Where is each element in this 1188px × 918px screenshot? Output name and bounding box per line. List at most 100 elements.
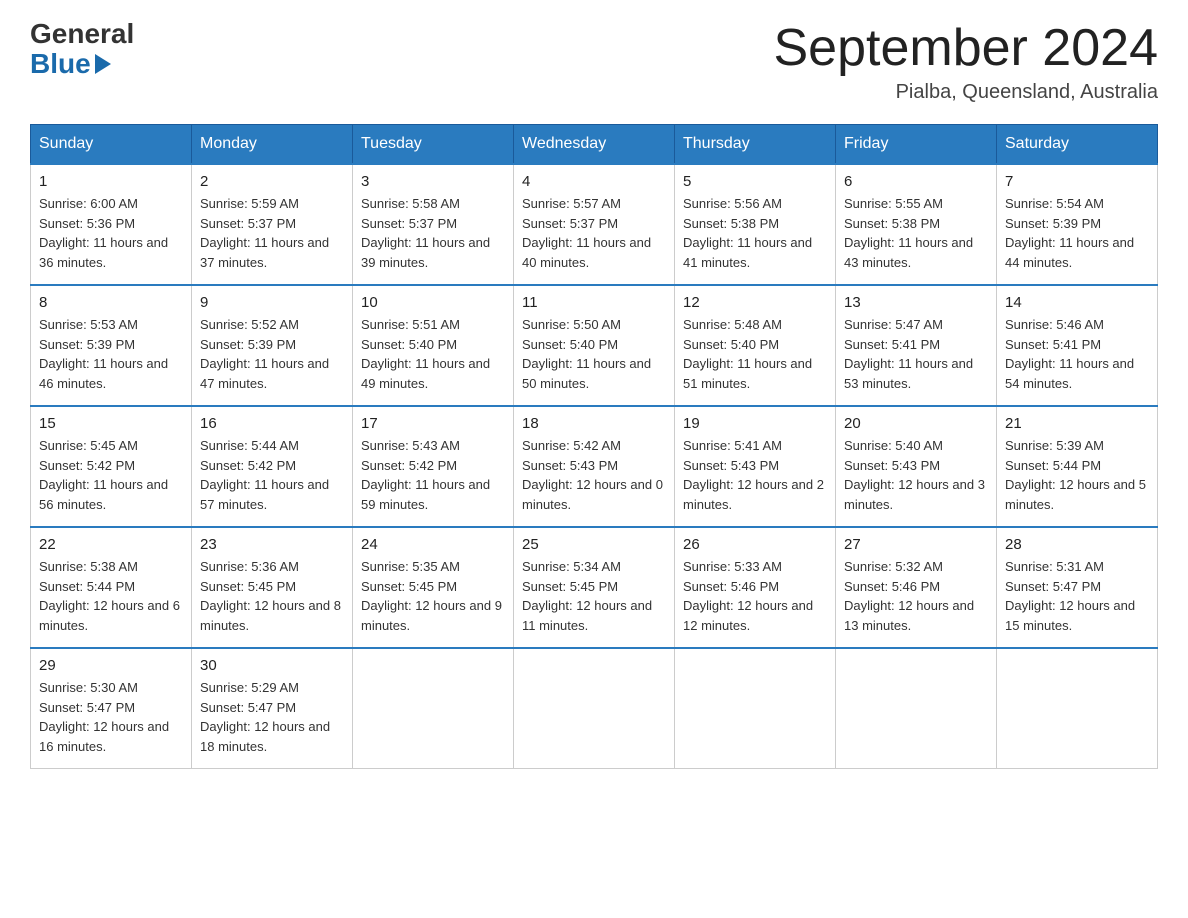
calendar-cell: 14 Sunrise: 5:46 AMSunset: 5:41 PMDayligh… bbox=[997, 285, 1158, 406]
day-info: Sunrise: 5:43 AMSunset: 5:42 PMDaylight:… bbox=[361, 436, 505, 514]
day-info: Sunrise: 5:52 AMSunset: 5:39 PMDaylight:… bbox=[200, 315, 344, 393]
day-number: 25 bbox=[522, 536, 666, 553]
calendar-week-row: 15 Sunrise: 5:45 AMSunset: 5:42 PMDayligh… bbox=[31, 406, 1158, 527]
calendar-cell: 29 Sunrise: 5:30 AMSunset: 5:47 PMDayligh… bbox=[31, 648, 192, 769]
day-number: 16 bbox=[200, 415, 344, 432]
calendar-cell: 4Sunrise: 5:57 AMSunset: 5:37 PMDaylight… bbox=[514, 164, 675, 285]
day-info: Sunrise: 5:59 AMSunset: 5:37 PMDaylight:… bbox=[200, 194, 344, 272]
day-number: 8 bbox=[39, 294, 183, 311]
calendar-cell bbox=[997, 648, 1158, 769]
calendar-cell: 6Sunrise: 5:55 AMSunset: 5:38 PMDaylight… bbox=[836, 164, 997, 285]
day-info: Sunrise: 5:50 AMSunset: 5:40 PMDaylight:… bbox=[522, 315, 666, 393]
day-info: Sunrise: 5:32 AMSunset: 5:46 PMDaylight:… bbox=[844, 557, 988, 635]
day-header-monday: Monday bbox=[192, 125, 353, 165]
calendar-week-row: 22 Sunrise: 5:38 AMSunset: 5:44 PMDayligh… bbox=[31, 527, 1158, 648]
calendar-cell bbox=[675, 648, 836, 769]
day-info: Sunrise: 5:56 AMSunset: 5:38 PMDaylight:… bbox=[683, 194, 827, 272]
day-number: 28 bbox=[1005, 536, 1149, 553]
day-number: 23 bbox=[200, 536, 344, 553]
calendar-cell: 26 Sunrise: 5:33 AMSunset: 5:46 PMDayligh… bbox=[675, 527, 836, 648]
calendar-cell bbox=[514, 648, 675, 769]
day-number: 9 bbox=[200, 294, 344, 311]
calendar-cell: 7Sunrise: 5:54 AMSunset: 5:39 PMDaylight… bbox=[997, 164, 1158, 285]
day-header-saturday: Saturday bbox=[997, 125, 1158, 165]
calendar-cell bbox=[353, 648, 514, 769]
day-number: 27 bbox=[844, 536, 988, 553]
day-number: 4 bbox=[522, 173, 666, 190]
day-number: 19 bbox=[683, 415, 827, 432]
calendar-cell: 22 Sunrise: 5:38 AMSunset: 5:44 PMDayligh… bbox=[31, 527, 192, 648]
day-number: 11 bbox=[522, 294, 666, 311]
day-number: 6 bbox=[844, 173, 988, 190]
day-header-friday: Friday bbox=[836, 125, 997, 165]
calendar-cell: 23Sunrise: 5:36 AMSunset: 5:45 PMDayligh… bbox=[192, 527, 353, 648]
day-number: 3 bbox=[361, 173, 505, 190]
day-header-wednesday: Wednesday bbox=[514, 125, 675, 165]
calendar-cell: 24 Sunrise: 5:35 AMSunset: 5:45 PMDayligh… bbox=[353, 527, 514, 648]
calendar-cell: 3Sunrise: 5:58 AMSunset: 5:37 PMDaylight… bbox=[353, 164, 514, 285]
day-info: Sunrise: 5:34 AMSunset: 5:45 PMDaylight:… bbox=[522, 557, 666, 635]
logo: General Blue bbox=[30, 20, 134, 80]
day-number: 13 bbox=[844, 294, 988, 311]
day-info: Sunrise: 5:45 AMSunset: 5:42 PMDaylight:… bbox=[39, 436, 183, 514]
day-number: 22 bbox=[39, 536, 183, 553]
day-info: Sunrise: 5:46 AMSunset: 5:41 PMDaylight:… bbox=[1005, 315, 1149, 393]
day-number: 29 bbox=[39, 657, 183, 674]
day-info: Sunrise: 5:35 AMSunset: 5:45 PMDaylight:… bbox=[361, 557, 505, 635]
day-info: Sunrise: 5:29 AMSunset: 5:47 PMDaylight:… bbox=[200, 678, 344, 756]
day-info: Sunrise: 5:30 AMSunset: 5:47 PMDaylight:… bbox=[39, 678, 183, 756]
calendar-cell: 21 Sunrise: 5:39 AMSunset: 5:44 PMDayligh… bbox=[997, 406, 1158, 527]
day-number: 20 bbox=[844, 415, 988, 432]
day-number: 26 bbox=[683, 536, 827, 553]
calendar-cell: 10 Sunrise: 5:51 AMSunset: 5:40 PMDayligh… bbox=[353, 285, 514, 406]
location-subtitle: Pialba, Queensland, Australia bbox=[774, 81, 1159, 104]
calendar-cell: 11 Sunrise: 5:50 AMSunset: 5:40 PMDayligh… bbox=[514, 285, 675, 406]
day-info: Sunrise: 5:53 AMSunset: 5:39 PMDaylight:… bbox=[39, 315, 183, 393]
day-number: 21 bbox=[1005, 415, 1149, 432]
calendar-table: SundayMondayTuesdayWednesdayThursdayFrid… bbox=[30, 124, 1158, 769]
day-number: 1 bbox=[39, 173, 183, 190]
day-info: Sunrise: 5:54 AMSunset: 5:39 PMDaylight:… bbox=[1005, 194, 1149, 272]
day-info: Sunrise: 5:39 AMSunset: 5:44 PMDaylight:… bbox=[1005, 436, 1149, 514]
page-header: General Blue September 2024 Pialba, Quee… bbox=[30, 20, 1158, 104]
calendar-cell: 30 Sunrise: 5:29 AMSunset: 5:47 PMDayligh… bbox=[192, 648, 353, 769]
day-info: Sunrise: 5:51 AMSunset: 5:40 PMDaylight:… bbox=[361, 315, 505, 393]
day-number: 30 bbox=[200, 657, 344, 674]
day-info: Sunrise: 5:41 AMSunset: 5:43 PMDaylight:… bbox=[683, 436, 827, 514]
calendar-cell: 17 Sunrise: 5:43 AMSunset: 5:42 PMDayligh… bbox=[353, 406, 514, 527]
month-year-title: September 2024 bbox=[774, 20, 1159, 77]
calendar-week-row: 8 Sunrise: 5:53 AMSunset: 5:39 PMDaylight… bbox=[31, 285, 1158, 406]
calendar-cell: 9 Sunrise: 5:52 AMSunset: 5:39 PMDaylight… bbox=[192, 285, 353, 406]
day-number: 10 bbox=[361, 294, 505, 311]
calendar-cell bbox=[836, 648, 997, 769]
calendar-cell: 8 Sunrise: 5:53 AMSunset: 5:39 PMDaylight… bbox=[31, 285, 192, 406]
day-header-sunday: Sunday bbox=[31, 125, 192, 165]
calendar-cell: 5Sunrise: 5:56 AMSunset: 5:38 PMDaylight… bbox=[675, 164, 836, 285]
calendar-cell: 25 Sunrise: 5:34 AMSunset: 5:45 PMDayligh… bbox=[514, 527, 675, 648]
calendar-cell: 12 Sunrise: 5:48 AMSunset: 5:40 PMDayligh… bbox=[675, 285, 836, 406]
day-info: Sunrise: 5:48 AMSunset: 5:40 PMDaylight:… bbox=[683, 315, 827, 393]
calendar-cell: 28 Sunrise: 5:31 AMSunset: 5:47 PMDayligh… bbox=[997, 527, 1158, 648]
day-number: 17 bbox=[361, 415, 505, 432]
calendar-cell: 1Sunrise: 6:00 AMSunset: 5:36 PMDaylight… bbox=[31, 164, 192, 285]
calendar-cell: 19 Sunrise: 5:41 AMSunset: 5:43 PMDayligh… bbox=[675, 406, 836, 527]
calendar-cell: 13Sunrise: 5:47 AMSunset: 5:41 PMDayligh… bbox=[836, 285, 997, 406]
day-number: 15 bbox=[39, 415, 183, 432]
logo-blue-text: Blue bbox=[30, 48, 91, 80]
calendar-week-row: 1Sunrise: 6:00 AMSunset: 5:36 PMDaylight… bbox=[31, 164, 1158, 285]
calendar-cell: 16Sunrise: 5:44 AMSunset: 5:42 PMDayligh… bbox=[192, 406, 353, 527]
day-info: Sunrise: 5:33 AMSunset: 5:46 PMDaylight:… bbox=[683, 557, 827, 635]
day-header-tuesday: Tuesday bbox=[353, 125, 514, 165]
day-number: 18 bbox=[522, 415, 666, 432]
logo-arrow-icon bbox=[95, 54, 111, 74]
calendar-cell: 2 Sunrise: 5:59 AMSunset: 5:37 PMDaylight… bbox=[192, 164, 353, 285]
day-number: 14 bbox=[1005, 294, 1149, 311]
day-number: 2 bbox=[200, 173, 344, 190]
calendar-week-row: 29 Sunrise: 5:30 AMSunset: 5:47 PMDayligh… bbox=[31, 648, 1158, 769]
day-info: Sunrise: 5:40 AMSunset: 5:43 PMDaylight:… bbox=[844, 436, 988, 514]
day-number: 12 bbox=[683, 294, 827, 311]
day-info: Sunrise: 5:42 AMSunset: 5:43 PMDaylight:… bbox=[522, 436, 666, 514]
day-number: 24 bbox=[361, 536, 505, 553]
day-info: Sunrise: 5:31 AMSunset: 5:47 PMDaylight:… bbox=[1005, 557, 1149, 635]
day-info: Sunrise: 5:38 AMSunset: 5:44 PMDaylight:… bbox=[39, 557, 183, 635]
